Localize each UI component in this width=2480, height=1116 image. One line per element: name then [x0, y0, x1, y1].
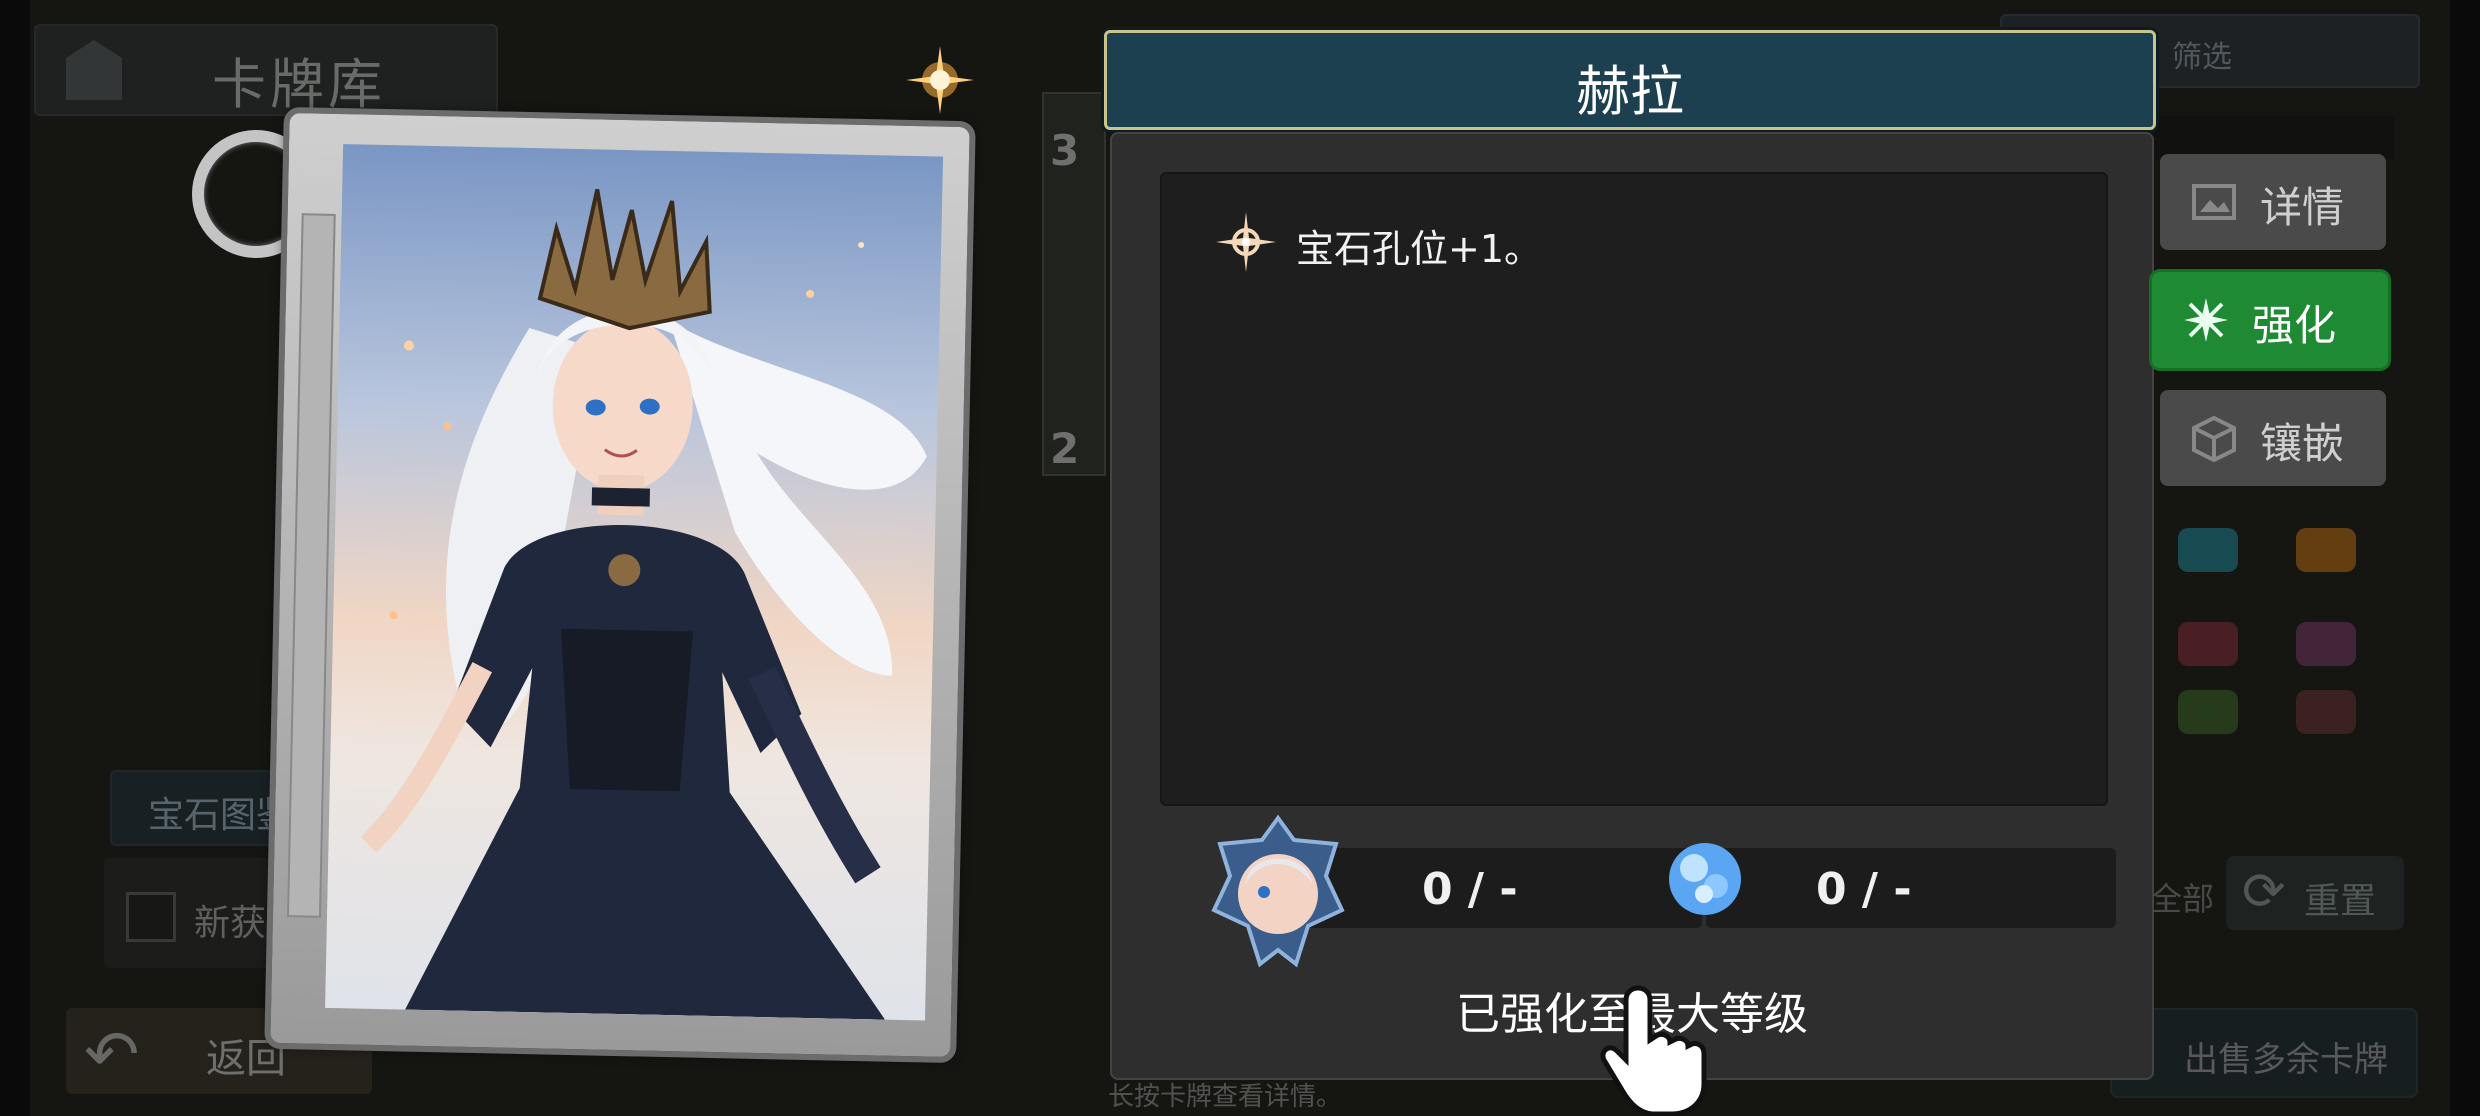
panel-title: 赫拉	[1576, 60, 1684, 123]
library-title: 卡牌库	[212, 53, 386, 116]
rune-gem-icon[interactable]	[2296, 690, 2356, 734]
description-box: 宝石孔位+1。	[1160, 172, 2108, 806]
hero-card-art	[325, 144, 944, 1021]
background-card-thumbnail[interactable]: 3 2	[1042, 92, 1106, 476]
green-gem-icon[interactable]	[2178, 690, 2238, 734]
sell-extra-cards-button[interactable]: 出售多余卡牌	[2110, 1008, 2418, 1098]
card-portrait	[360, 189, 927, 1020]
all-label[interactable]: 全部	[2150, 874, 2214, 920]
filter-label: 筛选	[2172, 40, 2232, 75]
red-gem-icon[interactable]	[2178, 622, 2238, 666]
tab-enhance-label: 强化	[2252, 301, 2337, 350]
sell-label: 出售多余卡牌	[2184, 1040, 2388, 1080]
hint-text: 长按卡牌查看详情。	[1108, 1082, 1343, 1112]
gem-slot-star-icon	[1216, 212, 1276, 272]
checkbox-icon[interactable]	[126, 892, 176, 942]
reset-icon: ⟳	[2242, 862, 2286, 922]
reset-label: 重置	[2304, 881, 2377, 922]
panel-title-bar: 赫拉	[1104, 30, 2156, 130]
card-detail-icon	[2192, 184, 2236, 220]
orange-gem-icon[interactable]	[2296, 528, 2356, 572]
tab-detail[interactable]: 详情	[2160, 154, 2386, 250]
crystal-icon	[1669, 843, 1741, 915]
crystal-cost-pill: 0 / -	[1706, 848, 2116, 928]
tab-enhance[interactable]: 强化	[2152, 272, 2388, 368]
hero-card[interactable]	[270, 112, 970, 1058]
library-icon	[66, 40, 122, 100]
library-title-bar: 卡牌库	[34, 24, 498, 116]
card-count-top: 3	[1050, 126, 1080, 175]
box-icon	[2192, 415, 2236, 463]
card-fragment-icon	[1211, 814, 1345, 968]
tab-detail-label: 详情	[2260, 183, 2345, 232]
tab-inlay-label: 镶嵌	[2260, 419, 2345, 468]
tab-inlay[interactable]: 镶嵌	[2160, 390, 2386, 486]
reset-button[interactable]: ⟳ 重置	[2226, 856, 2404, 930]
ghost-gem-icon[interactable]	[2296, 622, 2356, 666]
teal-gem-icon[interactable]	[2178, 528, 2238, 572]
pointer-hand-icon	[1600, 985, 1707, 1116]
sparkle-star-icon	[906, 46, 974, 114]
crystal-cost-value: 0 / -	[1816, 864, 1912, 915]
enhance-panel: 宝石孔位+1。 0 / - 0 / - 已强化至最大等级	[1110, 132, 2154, 1080]
description-text: 宝石孔位+1。	[1296, 227, 1543, 271]
card-cost-value: 0 / -	[1422, 864, 1518, 915]
back-arrow-icon: ↶	[84, 1016, 140, 1093]
enhance-sparkle-icon	[2184, 298, 2228, 342]
card-count-bottom: 2	[1050, 424, 1080, 473]
gem-book-label: 宝石图鉴	[148, 795, 293, 836]
